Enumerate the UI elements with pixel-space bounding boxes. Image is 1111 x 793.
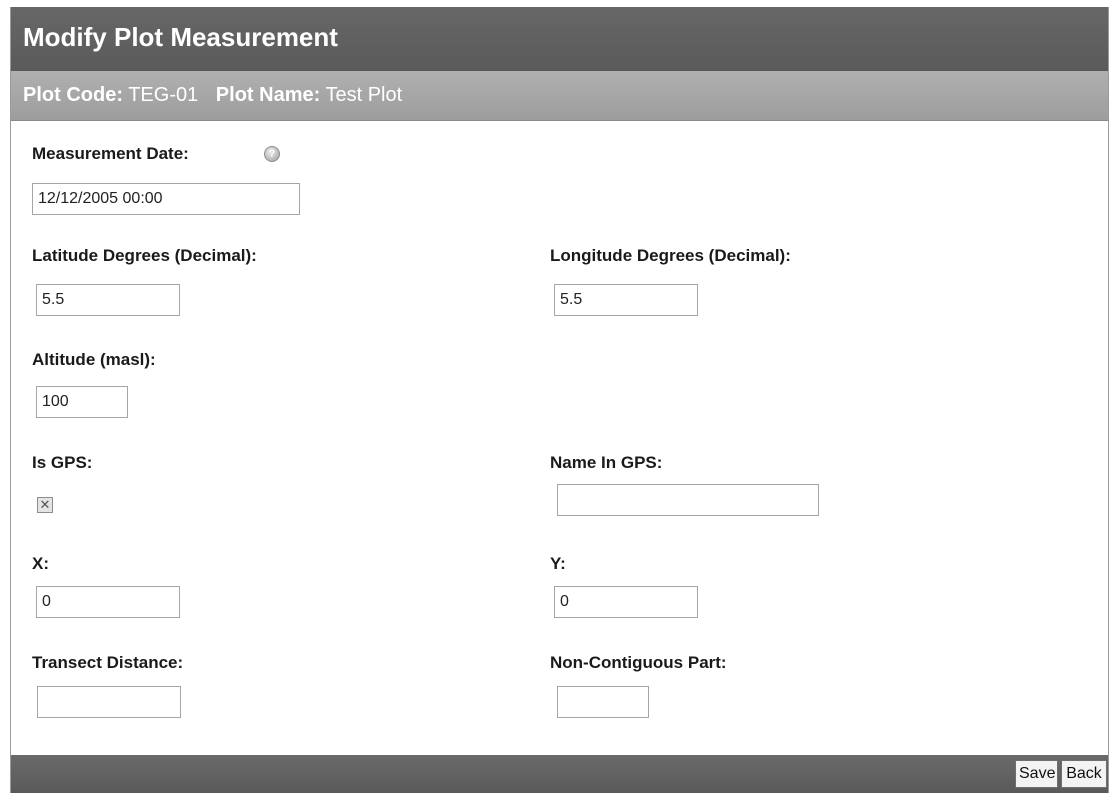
longitude-label: Longitude Degrees (Decimal): (550, 246, 791, 265)
is-gps-label: Is GPS: (32, 453, 93, 472)
latitude-label: Latitude Degrees (Decimal): (32, 246, 257, 265)
y-label: Y: (550, 554, 566, 573)
transect-distance-label: Transect Distance: (32, 653, 184, 672)
save-button[interactable]: Save (1015, 760, 1058, 788)
name-in-gps-label: Name In GPS: (550, 453, 663, 472)
page-title: Modify Plot Measurement (23, 22, 338, 52)
altitude-input[interactable] (36, 386, 128, 418)
plot-name-label: Plot Name: (215, 84, 321, 106)
plot-info-bar: Plot Code: TEG-01 Plot Name: Test Plot (11, 71, 1108, 121)
measurement-date-input[interactable] (32, 183, 300, 215)
plot-name-value: Test Plot (325, 84, 403, 106)
non-contiguous-part-label: Non-Contiguous Part: (550, 653, 727, 672)
non-contiguous-part-input[interactable] (557, 686, 649, 718)
x-label: X: (32, 554, 49, 573)
latitude-input[interactable] (36, 284, 180, 316)
name-in-gps-input[interactable] (557, 484, 819, 516)
plot-info-line: Plot Code: TEG-01 Plot Name: Test Plot (23, 84, 414, 107)
longitude-input[interactable] (554, 284, 698, 316)
altitude-label: Altitude (masl): (32, 350, 156, 369)
back-button[interactable]: Back (1061, 760, 1107, 788)
form-panel: Modify Plot Measurement Plot Code: TEG-0… (10, 7, 1109, 793)
y-input[interactable] (554, 586, 698, 618)
measurement-date-label: Measurement Date: (32, 144, 189, 163)
plot-code-label: Plot Code: (23, 84, 123, 106)
title-bar: Modify Plot Measurement (11, 7, 1108, 71)
is-gps-checkbox[interactable]: ✕ (37, 497, 53, 513)
footer-bar (11, 755, 1108, 793)
transect-distance-input[interactable] (37, 686, 181, 718)
help-icon[interactable]: ? (264, 146, 280, 162)
x-input[interactable] (36, 586, 180, 618)
plot-code-value: TEG-01 (128, 84, 199, 106)
